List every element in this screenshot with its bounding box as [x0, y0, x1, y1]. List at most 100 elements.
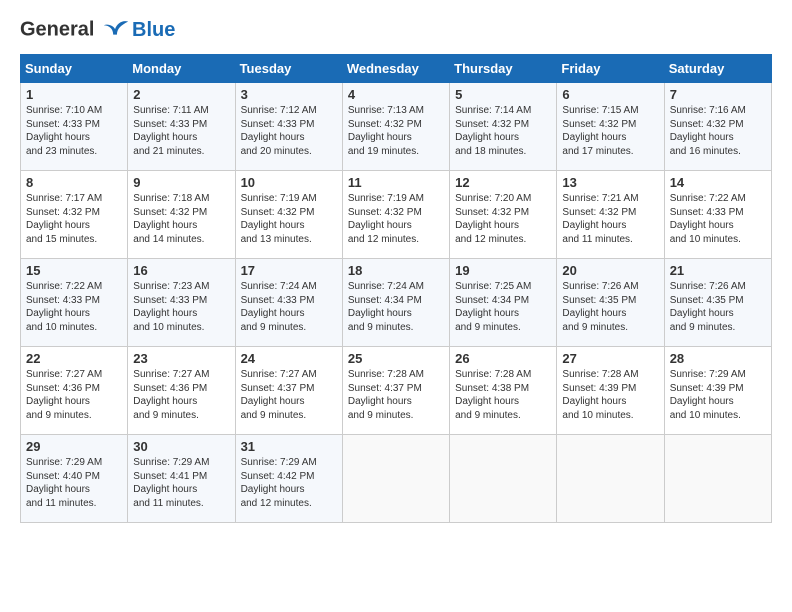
day-info: Sunrise: 7:26 AMSunset: 4:35 PMDaylight …: [562, 281, 638, 333]
calendar-cell: 14 Sunrise: 7:22 AMSunset: 4:33 PMDaylig…: [664, 171, 771, 259]
day-info: Sunrise: 7:22 AMSunset: 4:33 PMDaylight …: [670, 193, 746, 245]
day-info: Sunrise: 7:15 AMSunset: 4:32 PMDaylight …: [562, 105, 638, 157]
calendar-week-3: 15 Sunrise: 7:22 AMSunset: 4:33 PMDaylig…: [21, 259, 772, 347]
page-header: General Blue: [20, 16, 772, 44]
day-number: 30: [133, 439, 229, 454]
day-number: 13: [562, 175, 658, 190]
calendar-cell: 27 Sunrise: 7:28 AMSunset: 4:39 PMDaylig…: [557, 347, 664, 435]
day-number: 20: [562, 263, 658, 278]
calendar-cell: 9 Sunrise: 7:18 AMSunset: 4:32 PMDayligh…: [128, 171, 235, 259]
day-number: 6: [562, 87, 658, 102]
day-info: Sunrise: 7:24 AMSunset: 4:34 PMDaylight …: [348, 281, 424, 333]
day-info: Sunrise: 7:29 AMSunset: 4:42 PMDaylight …: [241, 457, 317, 509]
day-number: 22: [26, 351, 122, 366]
calendar-cell: 18 Sunrise: 7:24 AMSunset: 4:34 PMDaylig…: [342, 259, 449, 347]
day-number: 31: [241, 439, 337, 454]
calendar-cell: 31 Sunrise: 7:29 AMSunset: 4:42 PMDaylig…: [235, 435, 342, 523]
calendar-cell: [557, 435, 664, 523]
calendar-cell: [664, 435, 771, 523]
logo-blue: Blue: [132, 19, 175, 42]
day-number: 2: [133, 87, 229, 102]
day-info: Sunrise: 7:23 AMSunset: 4:33 PMDaylight …: [133, 281, 209, 333]
calendar-cell: 6 Sunrise: 7:15 AMSunset: 4:32 PMDayligh…: [557, 83, 664, 171]
calendar-cell: 24 Sunrise: 7:27 AMSunset: 4:37 PMDaylig…: [235, 347, 342, 435]
logo-general: General: [20, 18, 94, 40]
day-info: Sunrise: 7:10 AMSunset: 4:33 PMDaylight …: [26, 105, 102, 157]
day-info: Sunrise: 7:28 AMSunset: 4:39 PMDaylight …: [562, 369, 638, 421]
day-number: 28: [670, 351, 766, 366]
logo-bird-icon: [102, 16, 130, 44]
day-info: Sunrise: 7:27 AMSunset: 4:37 PMDaylight …: [241, 369, 317, 421]
calendar-cell: 28 Sunrise: 7:29 AMSunset: 4:39 PMDaylig…: [664, 347, 771, 435]
calendar-cell: 23 Sunrise: 7:27 AMSunset: 4:36 PMDaylig…: [128, 347, 235, 435]
day-number: 15: [26, 263, 122, 278]
calendar-cell: 16 Sunrise: 7:23 AMSunset: 4:33 PMDaylig…: [128, 259, 235, 347]
day-info: Sunrise: 7:28 AMSunset: 4:37 PMDaylight …: [348, 369, 424, 421]
day-number: 25: [348, 351, 444, 366]
day-number: 4: [348, 87, 444, 102]
logo: General Blue: [20, 16, 175, 44]
day-number: 17: [241, 263, 337, 278]
day-number: 10: [241, 175, 337, 190]
day-info: Sunrise: 7:16 AMSunset: 4:32 PMDaylight …: [670, 105, 746, 157]
calendar-cell: 13 Sunrise: 7:21 AMSunset: 4:32 PMDaylig…: [557, 171, 664, 259]
day-info: Sunrise: 7:28 AMSunset: 4:38 PMDaylight …: [455, 369, 531, 421]
calendar-cell: 5 Sunrise: 7:14 AMSunset: 4:32 PMDayligh…: [450, 83, 557, 171]
calendar-cell: 8 Sunrise: 7:17 AMSunset: 4:32 PMDayligh…: [21, 171, 128, 259]
calendar-cell: 26 Sunrise: 7:28 AMSunset: 4:38 PMDaylig…: [450, 347, 557, 435]
day-number: 18: [348, 263, 444, 278]
day-info: Sunrise: 7:27 AMSunset: 4:36 PMDaylight …: [26, 369, 102, 421]
calendar-cell: 15 Sunrise: 7:22 AMSunset: 4:33 PMDaylig…: [21, 259, 128, 347]
day-info: Sunrise: 7:13 AMSunset: 4:32 PMDaylight …: [348, 105, 424, 157]
day-info: Sunrise: 7:25 AMSunset: 4:34 PMDaylight …: [455, 281, 531, 333]
calendar-cell: 12 Sunrise: 7:20 AMSunset: 4:32 PMDaylig…: [450, 171, 557, 259]
weekday-header-wednesday: Wednesday: [342, 55, 449, 83]
day-number: 8: [26, 175, 122, 190]
weekday-header-tuesday: Tuesday: [235, 55, 342, 83]
day-number: 29: [26, 439, 122, 454]
calendar-cell: 2 Sunrise: 7:11 AMSunset: 4:33 PMDayligh…: [128, 83, 235, 171]
calendar-cell: 25 Sunrise: 7:28 AMSunset: 4:37 PMDaylig…: [342, 347, 449, 435]
calendar-cell: 29 Sunrise: 7:29 AMSunset: 4:40 PMDaylig…: [21, 435, 128, 523]
calendar-cell: [450, 435, 557, 523]
day-number: 26: [455, 351, 551, 366]
calendar-week-5: 29 Sunrise: 7:29 AMSunset: 4:40 PMDaylig…: [21, 435, 772, 523]
day-number: 16: [133, 263, 229, 278]
day-number: 1: [26, 87, 122, 102]
day-number: 23: [133, 351, 229, 366]
calendar-cell: 11 Sunrise: 7:19 AMSunset: 4:32 PMDaylig…: [342, 171, 449, 259]
day-number: 7: [670, 87, 766, 102]
day-info: Sunrise: 7:21 AMSunset: 4:32 PMDaylight …: [562, 193, 638, 245]
day-info: Sunrise: 7:22 AMSunset: 4:33 PMDaylight …: [26, 281, 102, 333]
day-number: 5: [455, 87, 551, 102]
calendar-cell: 21 Sunrise: 7:26 AMSunset: 4:35 PMDaylig…: [664, 259, 771, 347]
day-info: Sunrise: 7:12 AMSunset: 4:33 PMDaylight …: [241, 105, 317, 157]
day-info: Sunrise: 7:26 AMSunset: 4:35 PMDaylight …: [670, 281, 746, 333]
calendar-cell: [342, 435, 449, 523]
calendar-cell: 4 Sunrise: 7:13 AMSunset: 4:32 PMDayligh…: [342, 83, 449, 171]
day-info: Sunrise: 7:17 AMSunset: 4:32 PMDaylight …: [26, 193, 102, 245]
calendar-header-row: SundayMondayTuesdayWednesdayThursdayFrid…: [21, 55, 772, 83]
day-info: Sunrise: 7:29 AMSunset: 4:39 PMDaylight …: [670, 369, 746, 421]
calendar-cell: 22 Sunrise: 7:27 AMSunset: 4:36 PMDaylig…: [21, 347, 128, 435]
day-number: 19: [455, 263, 551, 278]
day-info: Sunrise: 7:20 AMSunset: 4:32 PMDaylight …: [455, 193, 531, 245]
calendar-week-1: 1 Sunrise: 7:10 AMSunset: 4:33 PMDayligh…: [21, 83, 772, 171]
day-number: 14: [670, 175, 766, 190]
day-info: Sunrise: 7:27 AMSunset: 4:36 PMDaylight …: [133, 369, 209, 421]
day-info: Sunrise: 7:11 AMSunset: 4:33 PMDaylight …: [133, 105, 208, 157]
day-info: Sunrise: 7:14 AMSunset: 4:32 PMDaylight …: [455, 105, 531, 157]
calendar-cell: 1 Sunrise: 7:10 AMSunset: 4:33 PMDayligh…: [21, 83, 128, 171]
day-info: Sunrise: 7:29 AMSunset: 4:40 PMDaylight …: [26, 457, 102, 509]
day-number: 11: [348, 175, 444, 190]
calendar-week-2: 8 Sunrise: 7:17 AMSunset: 4:32 PMDayligh…: [21, 171, 772, 259]
calendar-cell: 19 Sunrise: 7:25 AMSunset: 4:34 PMDaylig…: [450, 259, 557, 347]
day-number: 24: [241, 351, 337, 366]
day-number: 27: [562, 351, 658, 366]
calendar-cell: 20 Sunrise: 7:26 AMSunset: 4:35 PMDaylig…: [557, 259, 664, 347]
day-number: 21: [670, 263, 766, 278]
calendar-cell: 7 Sunrise: 7:16 AMSunset: 4:32 PMDayligh…: [664, 83, 771, 171]
calendar-week-4: 22 Sunrise: 7:27 AMSunset: 4:36 PMDaylig…: [21, 347, 772, 435]
day-info: Sunrise: 7:18 AMSunset: 4:32 PMDaylight …: [133, 193, 209, 245]
day-number: 12: [455, 175, 551, 190]
